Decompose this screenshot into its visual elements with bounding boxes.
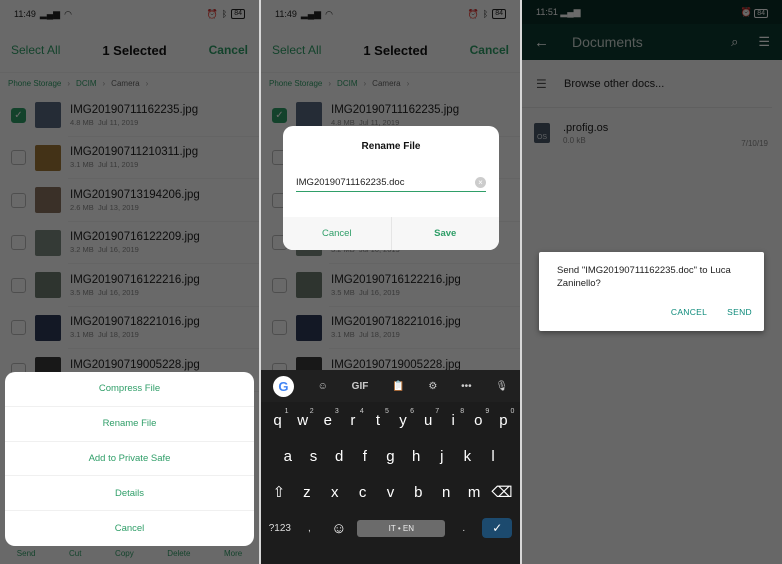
key-u[interactable]: u7 (417, 408, 439, 429)
key-f[interactable]: f (354, 448, 376, 465)
compress-file-option[interactable]: Compress File (5, 372, 254, 407)
settings-icon[interactable]: ⚙ (428, 381, 437, 392)
key-row-1: q1w2e3r4t5y6u7i8o9p0 (261, 402, 520, 438)
more-icon[interactable]: ••• (461, 381, 472, 392)
key-q[interactable]: q1 (267, 408, 288, 429)
key-p[interactable]: p0 (492, 408, 514, 429)
key-z[interactable]: z (296, 484, 318, 501)
clear-icon[interactable]: × (475, 177, 486, 188)
key-k[interactable]: k (456, 448, 478, 465)
cancel-button[interactable]: Cancel (283, 217, 391, 250)
key-y[interactable]: y6 (392, 408, 414, 429)
dialog-title: Rename File (361, 141, 421, 152)
details-option[interactable]: Details (5, 476, 254, 512)
filename-input[interactable]: IMG20190711162235.doc × (296, 174, 486, 192)
file-manager-panel: 11:49▂▄▆◠ ⏰ᛒ84 Select All 1 Selected Can… (0, 0, 259, 564)
key-x[interactable]: x (324, 484, 346, 501)
key-h[interactable]: h (405, 448, 427, 465)
key-d[interactable]: d (328, 448, 350, 465)
rename-panel: 11:49▂▄▆◠ ⏰ᛒ84 Select All 1 Selected Can… (261, 0, 520, 564)
key-c[interactable]: c (352, 484, 374, 501)
cancel-option[interactable]: Cancel (5, 511, 254, 546)
gif-button[interactable]: GIF (352, 381, 369, 392)
clipboard-icon[interactable]: 📋 (392, 381, 404, 392)
key-t[interactable]: t5 (367, 408, 389, 429)
key-e[interactable]: e3 (317, 408, 339, 429)
key-n[interactable]: n (435, 484, 457, 501)
comma-key[interactable]: , (298, 523, 320, 534)
filename-value[interactable]: IMG20190711162235.doc (296, 177, 404, 188)
key-b[interactable]: b (407, 484, 429, 501)
key-o[interactable]: o9 (467, 408, 489, 429)
keyboard-toolbar: G ☺ GIF 📋 ⚙ ••• 🎙 (261, 370, 520, 402)
cancel-button[interactable]: CANCEL (671, 307, 707, 317)
keyboard: G ☺ GIF 📋 ⚙ ••• 🎙 q1w2e3r4t5y6u7i8o9p0 a… (261, 370, 520, 564)
key-w[interactable]: w2 (292, 408, 313, 429)
key-r[interactable]: r4 (342, 408, 364, 429)
send-button[interactable]: SEND (727, 307, 752, 317)
space-key[interactable]: IT • EN (357, 519, 446, 537)
whatsapp-panel: 11:51 ▂▄▆ ⏰ 84 ← Documents ⌕ ☰ ☰ Browse … (522, 0, 782, 564)
dialog-message: Send "IMG20190711162235.doc" to Luca Zan… (557, 265, 731, 289)
send-confirm-dialog: Send "IMG20190711162235.doc" to Luca Zan… (539, 252, 764, 331)
emoji-key[interactable]: ☺ (328, 520, 350, 537)
key-l[interactable]: l (482, 448, 504, 465)
mic-icon[interactable]: 🎙 (495, 381, 508, 392)
period-key[interactable]: . (453, 523, 475, 534)
enter-key[interactable]: ✓ (482, 518, 513, 538)
key-m[interactable]: m (463, 484, 485, 501)
key-g[interactable]: g (379, 448, 401, 465)
shift-key[interactable]: ⇧ (268, 483, 290, 501)
symbols-key[interactable]: ?123 (269, 523, 291, 534)
rename-file-option[interactable]: Rename File (5, 407, 254, 442)
key-v[interactable]: v (379, 484, 401, 501)
key-j[interactable]: j (431, 448, 453, 465)
key-row-3: ⇧ zxcvbnm ⌫ (261, 474, 520, 510)
key-row-2: asdfghjkl (261, 438, 520, 474)
key-s[interactable]: s (302, 448, 324, 465)
google-icon[interactable]: G (272, 375, 294, 397)
sticker-icon[interactable]: ☺ (318, 381, 328, 392)
key-row-4: ?123 , ☺ IT • EN . ✓ (261, 510, 520, 546)
backspace-key[interactable]: ⌫ (491, 483, 513, 501)
save-button[interactable]: Save (390, 217, 500, 250)
rename-dialog: Rename File IMG20190711162235.doc × Canc… (283, 126, 499, 250)
action-sheet: Compress File Rename File Add to Private… (5, 372, 254, 546)
add-to-private-safe-option[interactable]: Add to Private Safe (5, 442, 254, 477)
key-a[interactable]: a (277, 448, 299, 465)
key-i[interactable]: i8 (442, 408, 465, 429)
